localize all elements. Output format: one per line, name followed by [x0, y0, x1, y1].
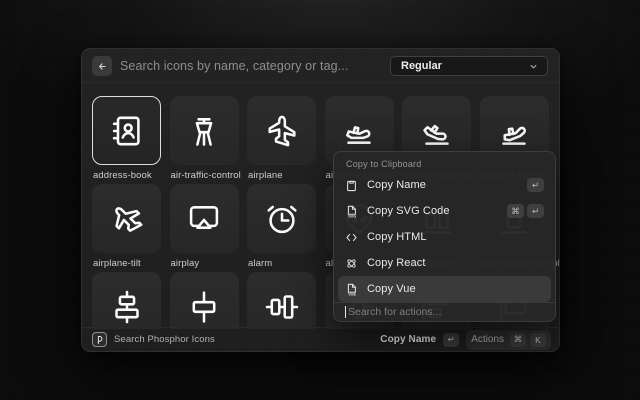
style-dropdown[interactable]: Regular — [390, 56, 548, 76]
file-vue-icon: VUE — [345, 283, 358, 296]
arrow-left-icon — [96, 60, 109, 73]
shortcut-key-badge: ↵ — [527, 178, 544, 192]
phosphor-logo-icon — [92, 332, 107, 347]
menu-item-copy-html[interactable]: Copy HTML — [338, 224, 551, 250]
icon-tile-airplane[interactable] — [247, 96, 316, 165]
back-button[interactable] — [92, 56, 112, 76]
icon-tile-label: airplane-tilt — [93, 258, 141, 269]
command-key-badge: ⌘ — [510, 333, 526, 347]
menu-item-label: Copy HTML — [367, 231, 544, 243]
menu-item-copy-vue[interactable]: VUE Copy Vue — [338, 276, 551, 302]
icon-tile-label: air-traffic-control — [171, 170, 241, 181]
airplane-landing-icon — [419, 113, 455, 149]
icon-tile-airplay[interactable] — [170, 184, 239, 253]
icon-tile-alarm[interactable] — [247, 184, 316, 253]
footer-bar: Search Phosphor Icons Copy Name ↵ Action… — [82, 327, 559, 351]
icon-tile-airplane-tilt[interactable] — [92, 184, 161, 253]
menu-item-copy-svg-code[interactable]: SVG Copy SVG Code ⌘↵ — [338, 198, 551, 224]
style-dropdown-value: Regular — [401, 60, 528, 72]
actions-search-placeholder: Search for actions... — [348, 306, 441, 318]
airplane-tilt-icon — [109, 201, 145, 237]
icon-tile-label: airplane — [248, 170, 283, 181]
alarm-icon — [264, 201, 300, 237]
icon-tile-align-center-horizontal-simple[interactable] — [170, 272, 239, 329]
footer-primary-action[interactable]: Copy Name — [380, 334, 436, 345]
air-traffic-control-icon — [186, 113, 222, 149]
icon-tile-label: airplay — [171, 258, 200, 269]
icon-tile-align-center-horizontal[interactable] — [92, 272, 161, 329]
menu-item-label: Copy React — [367, 257, 544, 269]
align-center-horizontal-simple-icon — [186, 289, 222, 325]
airplane-takeoff-icon — [496, 113, 532, 149]
address-book-icon — [109, 113, 145, 149]
airplane-in-flight-icon — [341, 113, 377, 149]
menu-item-label: Copy Name — [367, 179, 518, 191]
icon-tile-label: alarm — [248, 258, 272, 269]
shortcut-key-badge: ⌘ — [507, 204, 524, 218]
icon-tile-align-center-vertical[interactable] — [247, 272, 316, 329]
copy-context-menu: Copy to Clipboard Copy Name ↵ SVG Copy SVG … — [333, 151, 556, 322]
k-key-badge: K — [530, 333, 546, 347]
airplane-icon — [264, 113, 300, 149]
react-logo-icon — [345, 257, 358, 270]
actions-search-input[interactable]: Search for actions... — [334, 302, 555, 321]
menu-item-copy-name[interactable]: Copy Name ↵ — [338, 172, 551, 198]
file-svg-icon: SVG — [345, 205, 358, 218]
svg-text:SVG: SVG — [348, 213, 356, 218]
enter-key-badge: ↵ — [443, 333, 459, 347]
icon-tile-label: address-book — [93, 170, 152, 181]
svg-text:VUE: VUE — [348, 291, 356, 296]
icon-tile-air-traffic-control[interactable] — [170, 96, 239, 165]
icon-search-input[interactable]: Search icons by name, category or tag... — [120, 49, 348, 83]
align-center-vertical-icon — [264, 289, 300, 325]
code-icon — [345, 231, 358, 244]
context-menu-header: Copy to Clipboard — [334, 152, 555, 172]
top-search-bar: Search icons by name, category or tag...… — [82, 49, 559, 83]
menu-item-label: Copy SVG Code — [367, 205, 498, 217]
text-caret — [345, 306, 346, 318]
align-center-horizontal-icon — [109, 289, 145, 325]
icon-tile-address-book[interactable] — [92, 96, 161, 165]
actions-button[interactable]: Actions ⌘ K — [466, 330, 551, 350]
clipboard-icon — [345, 179, 358, 192]
airplay-icon — [186, 201, 222, 237]
menu-item-label: Copy Vue — [367, 283, 544, 295]
footer-brand-text: Search Phosphor Icons — [114, 334, 215, 345]
shortcut-key-badge: ↵ — [527, 204, 544, 218]
chevron-down-icon — [528, 61, 539, 72]
menu-item-copy-react[interactable]: Copy React — [338, 250, 551, 276]
actions-button-label: Actions — [471, 334, 504, 345]
